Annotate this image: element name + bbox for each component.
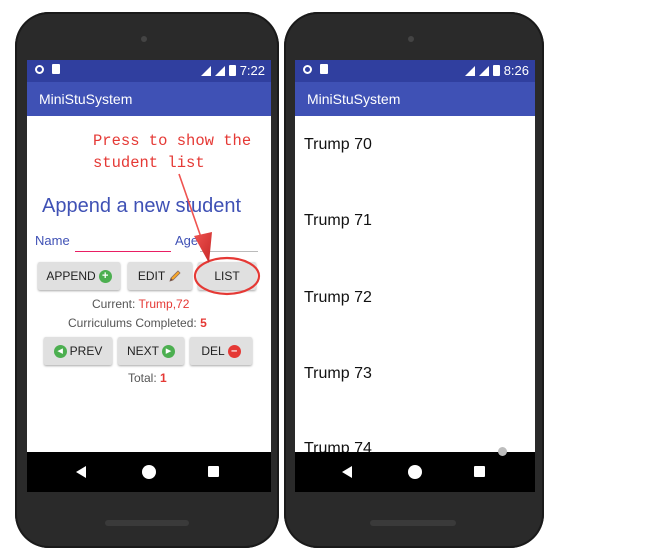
circle-icon xyxy=(35,64,44,74)
nav-bar xyxy=(295,452,535,492)
bottom-speaker xyxy=(370,520,456,526)
append-button[interactable]: APPEND + xyxy=(38,262,120,290)
append-label: APPEND xyxy=(46,269,96,283)
minus-circle-icon: – xyxy=(227,344,241,358)
list-item[interactable]: Trump 71 xyxy=(304,212,372,230)
annotation-text: Press to show the student list xyxy=(93,132,252,172)
list-label: LIST xyxy=(214,269,240,283)
form-title: Append a new student xyxy=(42,195,242,217)
app-title: MiniStuSystem xyxy=(307,91,401,107)
prev-button[interactable]: ◂ PREV xyxy=(44,337,112,365)
list-clip: Trump 74 xyxy=(300,438,530,452)
front-camera xyxy=(141,36,147,42)
recent-apps-icon[interactable] xyxy=(208,466,219,477)
battery-icon xyxy=(492,65,500,76)
app-title: MiniStuSystem xyxy=(39,91,133,107)
del-label: DEL xyxy=(201,344,225,358)
right-screen: 8:26 MiniStuSystem xyxy=(295,60,535,492)
nav-bar xyxy=(27,452,271,492)
signal-icon xyxy=(478,65,489,76)
total-info: Total: 1 xyxy=(128,371,167,385)
battery-icon xyxy=(228,65,236,76)
current-info: Current: Trump,72 xyxy=(92,297,189,311)
arrow-left-circle-icon: ◂ xyxy=(53,344,67,358)
curriculums-value: 5 xyxy=(200,316,207,330)
sd-card-icon xyxy=(52,64,60,74)
status-time: 7:22 xyxy=(239,63,265,78)
next-button[interactable]: NEXT ▸ xyxy=(118,337,184,365)
front-camera xyxy=(408,36,414,42)
wifi-icon xyxy=(200,65,211,76)
back-icon[interactable] xyxy=(342,466,352,478)
curriculums-label: Curriculums Completed: xyxy=(68,316,197,330)
age-label: Age xyxy=(175,233,199,248)
total-label: Total: xyxy=(128,371,157,385)
circle-icon xyxy=(303,64,312,74)
current-value: Trump,72 xyxy=(138,297,190,311)
lte-signal-icon xyxy=(214,65,225,76)
del-button[interactable]: DEL – xyxy=(190,337,252,365)
list-item[interactable]: Trump 74 xyxy=(304,440,372,452)
app-bar: MiniStuSystem xyxy=(27,82,271,116)
age-input[interactable] xyxy=(200,251,258,252)
wifi-icon xyxy=(464,65,475,76)
home-icon[interactable] xyxy=(408,465,422,479)
status-time: 8:26 xyxy=(503,63,529,78)
edit-label: EDIT xyxy=(137,269,166,283)
status-bar: 7:22 xyxy=(27,60,271,82)
recent-apps-icon[interactable] xyxy=(474,466,485,477)
current-label: Current: xyxy=(92,297,136,311)
sd-card-icon xyxy=(320,64,328,74)
total-value: 1 xyxy=(160,371,167,385)
home-icon[interactable] xyxy=(142,465,156,479)
plus-circle-icon: + xyxy=(98,269,112,283)
bottom-speaker xyxy=(105,520,189,526)
app-bar: MiniStuSystem xyxy=(295,82,535,116)
status-bar: 8:26 xyxy=(295,60,535,82)
list-item[interactable]: Trump 73 xyxy=(304,365,372,383)
back-icon[interactable] xyxy=(76,466,86,478)
pencil-icon xyxy=(169,270,181,282)
curriculums-info: Curriculums Completed: 5 xyxy=(68,316,207,330)
arrow-right-circle-icon: ▸ xyxy=(162,344,175,358)
list-button[interactable]: LIST xyxy=(198,262,256,290)
list-item[interactable]: Trump 72 xyxy=(304,289,372,307)
next-label: NEXT xyxy=(126,344,159,358)
edit-button[interactable]: EDIT xyxy=(128,262,192,290)
prev-label: PREV xyxy=(69,344,103,358)
list-item[interactable]: Trump 70 xyxy=(304,136,372,154)
name-input[interactable] xyxy=(75,251,171,252)
name-label: Name xyxy=(35,233,70,248)
